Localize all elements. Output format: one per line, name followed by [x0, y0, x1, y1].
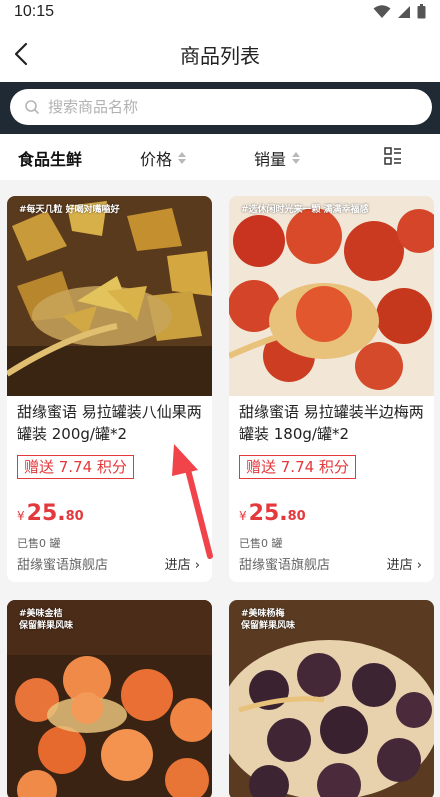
product-tag: #美味金桔 保留鲜果风味	[19, 608, 73, 632]
product-photo-banbianmei	[229, 196, 434, 396]
product-tag-line: #美味金桔	[19, 609, 63, 619]
status-bar: 10:15	[0, 0, 440, 26]
filter-price-label: 价格	[140, 150, 173, 169]
product-tag-line: 保留鲜果风味	[19, 621, 74, 631]
product-tag: #选休闲时光来一颗 满满幸福感	[241, 205, 369, 215]
shop-name: 甜缘蜜语旗舰店	[17, 558, 109, 573]
product-image[interactable]: #美味杨梅 保留鲜果风味	[229, 600, 434, 797]
layout-toggle-button[interactable]	[384, 147, 402, 169]
product-tag-line: #美味杨梅	[241, 609, 285, 619]
product-card[interactable]: #选休闲时光来一颗 满满幸福感 甜缘蜜语 易拉罐装半边梅两罐装 180g/罐*2…	[229, 196, 434, 582]
product-tag: #每天几粒 好喝对嘴嗑好	[19, 205, 120, 215]
status-time: 10:15	[14, 3, 55, 20]
shop-name: 甜缘蜜语旗舰店	[239, 558, 331, 573]
price-currency: ¥	[17, 509, 25, 523]
price-currency: ¥	[239, 509, 247, 523]
price-integer: 25.	[26, 501, 66, 526]
product-card[interactable]: #美味杨梅 保留鲜果风味	[229, 600, 434, 797]
price-decimal: 80	[287, 509, 306, 524]
product-tag: #美味杨梅 保留鲜果风味	[241, 608, 295, 632]
filter-sales[interactable]: 销量	[254, 146, 301, 170]
filter-category-label: 食品生鲜	[18, 150, 83, 169]
search-icon	[25, 100, 39, 114]
search-box[interactable]	[10, 89, 432, 125]
search-input[interactable]	[48, 89, 418, 125]
product-price: ¥ 25. 80	[17, 501, 84, 526]
product-card[interactable]: #美味金桔 保留鲜果风味	[7, 600, 212, 797]
sort-arrows-icon	[292, 151, 301, 165]
wifi-icon	[373, 4, 391, 18]
enter-shop-label: 进店	[386, 558, 413, 573]
chevron-right-icon: ›	[194, 558, 200, 573]
page-title: 商品列表	[180, 44, 260, 68]
sold-count: 已售0 罐	[17, 537, 61, 550]
cellular-signal-icon	[398, 5, 410, 18]
product-image[interactable]: #美味金桔 保留鲜果风味	[7, 600, 212, 797]
filter-category[interactable]: 食品生鲜	[18, 146, 82, 170]
price-decimal: 80	[65, 509, 84, 524]
product-card[interactable]: #每天几粒 好喝对嘴嗑好 甜缘蜜语 易拉罐装八仙果两罐装 200g/罐*2 赠送…	[7, 196, 212, 582]
product-image[interactable]: #每天几粒 好喝对嘴嗑好	[7, 196, 212, 396]
enter-shop-label: 进店	[164, 558, 191, 573]
filter-price[interactable]: 价格	[140, 146, 187, 170]
search-bar-container	[0, 82, 440, 134]
top-nav-bar: 商品列表	[0, 26, 440, 82]
product-name[interactable]: 甜缘蜜语 易拉罐装半边梅两罐装 180g/罐*2	[239, 401, 429, 445]
product-price: ¥ 25. 80	[239, 501, 306, 526]
filter-bar: 食品生鲜 价格 销量	[0, 134, 440, 180]
product-tag-line: 保留鲜果风味	[241, 621, 296, 631]
product-name[interactable]: 甜缘蜜语 易拉罐装八仙果两罐装 200g/罐*2	[17, 401, 207, 445]
system-icons	[373, 4, 426, 19]
list-layout-icon	[384, 147, 401, 165]
product-grid: #每天几粒 好喝对嘴嗑好 甜缘蜜语 易拉罐装八仙果两罐装 200g/罐*2 赠送…	[0, 180, 440, 797]
points-badge: 赠送 7.74 积分	[239, 455, 356, 479]
product-image[interactable]: #选休闲时光来一颗 满满幸福感	[229, 196, 434, 396]
enter-shop-link[interactable]: 进店 ›	[165, 554, 200, 573]
chevron-right-icon: ›	[416, 558, 422, 573]
points-badge: 赠送 7.74 积分	[17, 455, 134, 479]
sort-arrows-icon	[178, 151, 187, 165]
battery-icon	[417, 4, 426, 19]
product-photo-bazhenguo	[7, 196, 212, 396]
price-integer: 25.	[248, 501, 288, 526]
enter-shop-link[interactable]: 进店 ›	[387, 554, 422, 573]
sold-count: 已售0 罐	[239, 537, 283, 550]
filter-sales-label: 销量	[254, 150, 287, 169]
